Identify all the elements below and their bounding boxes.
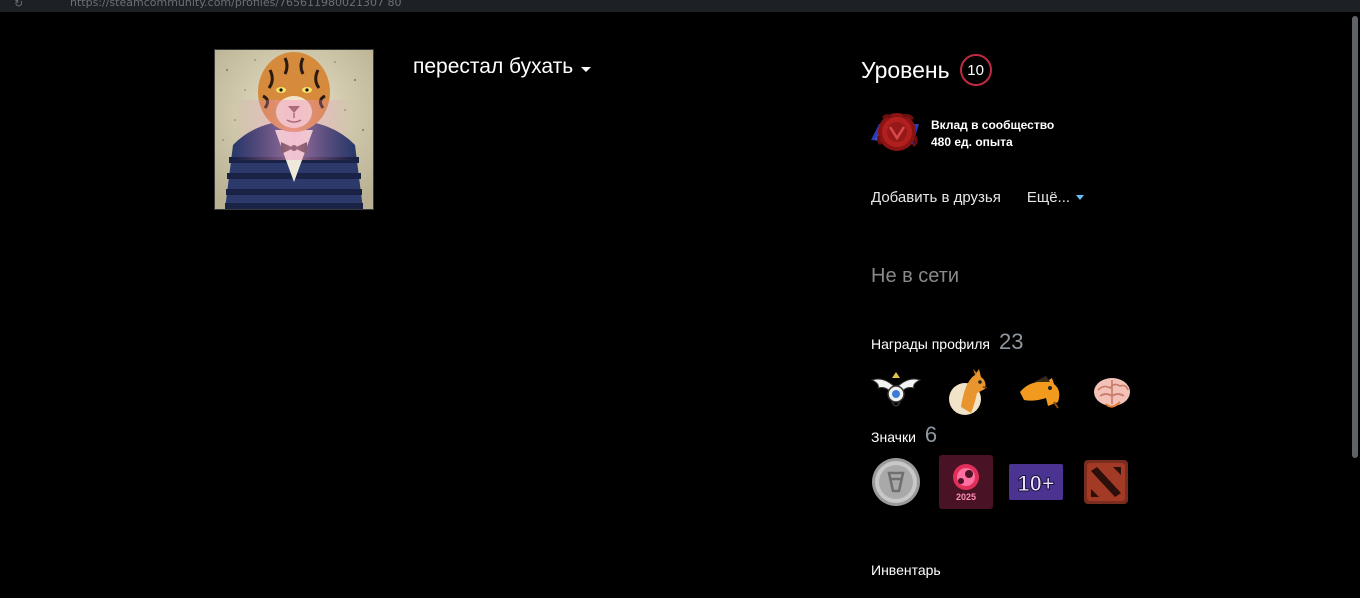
badges-count: 6 <box>924 422 938 447</box>
badge-title: Вклад в сообщество <box>931 118 1055 132</box>
chevron-down-icon <box>1076 195 1085 200</box>
level-block: Уровень 10 <box>861 54 992 86</box>
more-label: Ещё... <box>1026 189 1071 206</box>
badge-xp: 480 ед. опыта <box>931 135 1013 149</box>
badges-label: Значки <box>871 429 916 445</box>
level-label: Уровень <box>861 56 950 83</box>
more-button[interactable]: Ещё... <box>1026 189 1085 206</box>
reload-icon[interactable]: ↻ <box>14 0 23 10</box>
awards-header[interactable]: Награды профиля 23 <box>871 329 1023 355</box>
add-friend-button[interactable]: Добавить в друзья <box>871 189 1001 206</box>
scrollbar[interactable] <box>1350 12 1360 598</box>
chevron-down-icon <box>581 66 592 72</box>
profile-name: перестал бухать <box>413 55 574 78</box>
badge-item[interactable] <box>1079 455 1133 509</box>
brain-icon <box>1094 378 1130 408</box>
years-badge-text: 10+ <box>1017 471 1054 496</box>
badge-item[interactable]: 2025 <box>939 455 993 509</box>
profile-name-dropdown[interactable]: перестал бухать <box>413 55 592 79</box>
profile-actions: Добавить в друзья Ещё... <box>871 189 1085 206</box>
10plus-badge-icon: 10+ <box>1009 464 1063 500</box>
steam-2025-badge-icon: 2025 <box>939 455 993 509</box>
award-item[interactable] <box>1013 365 1067 419</box>
badge-item[interactable]: 10+ <box>1009 455 1063 509</box>
scrollbar-thumb[interactable] <box>1352 16 1358 458</box>
llama-icon <box>949 369 988 415</box>
awards-count: 23 <box>998 329 1024 354</box>
tiger-in-suit-avatar <box>215 50 373 209</box>
steam-badge-year: 2025 <box>956 492 976 502</box>
badge-item[interactable] <box>869 455 923 509</box>
award-item[interactable] <box>869 365 923 419</box>
avatar <box>214 49 374 210</box>
horse-head-icon <box>1020 376 1060 409</box>
winged-emblem-icon <box>870 372 922 407</box>
badges-list: 2025 10+ <box>869 455 1133 509</box>
badges-header[interactable]: Значки 6 <box>871 422 937 448</box>
level-badge[interactable]: 10 <box>959 54 992 86</box>
award-item[interactable] <box>1085 365 1139 419</box>
featured-badge[interactable]: Вклад в сообщество 480 ед. опыта <box>869 110 1054 158</box>
inventory-link[interactable]: Инвентарь <box>871 562 941 578</box>
awards-list <box>869 365 1139 419</box>
address-bar[interactable]: https://steamcommunity.com/profiles/7656… <box>70 0 402 9</box>
browser-bar: ↻ https://steamcommunity.com/profiles/76… <box>0 0 1360 12</box>
community-contributor-seal-icon <box>871 113 919 151</box>
award-item[interactable] <box>941 365 995 419</box>
silver-coin-badge-icon <box>872 458 920 506</box>
online-status: Не в сети <box>871 265 960 287</box>
dota2-badge-icon <box>1084 460 1128 504</box>
awards-label: Награды профиля <box>871 336 990 352</box>
